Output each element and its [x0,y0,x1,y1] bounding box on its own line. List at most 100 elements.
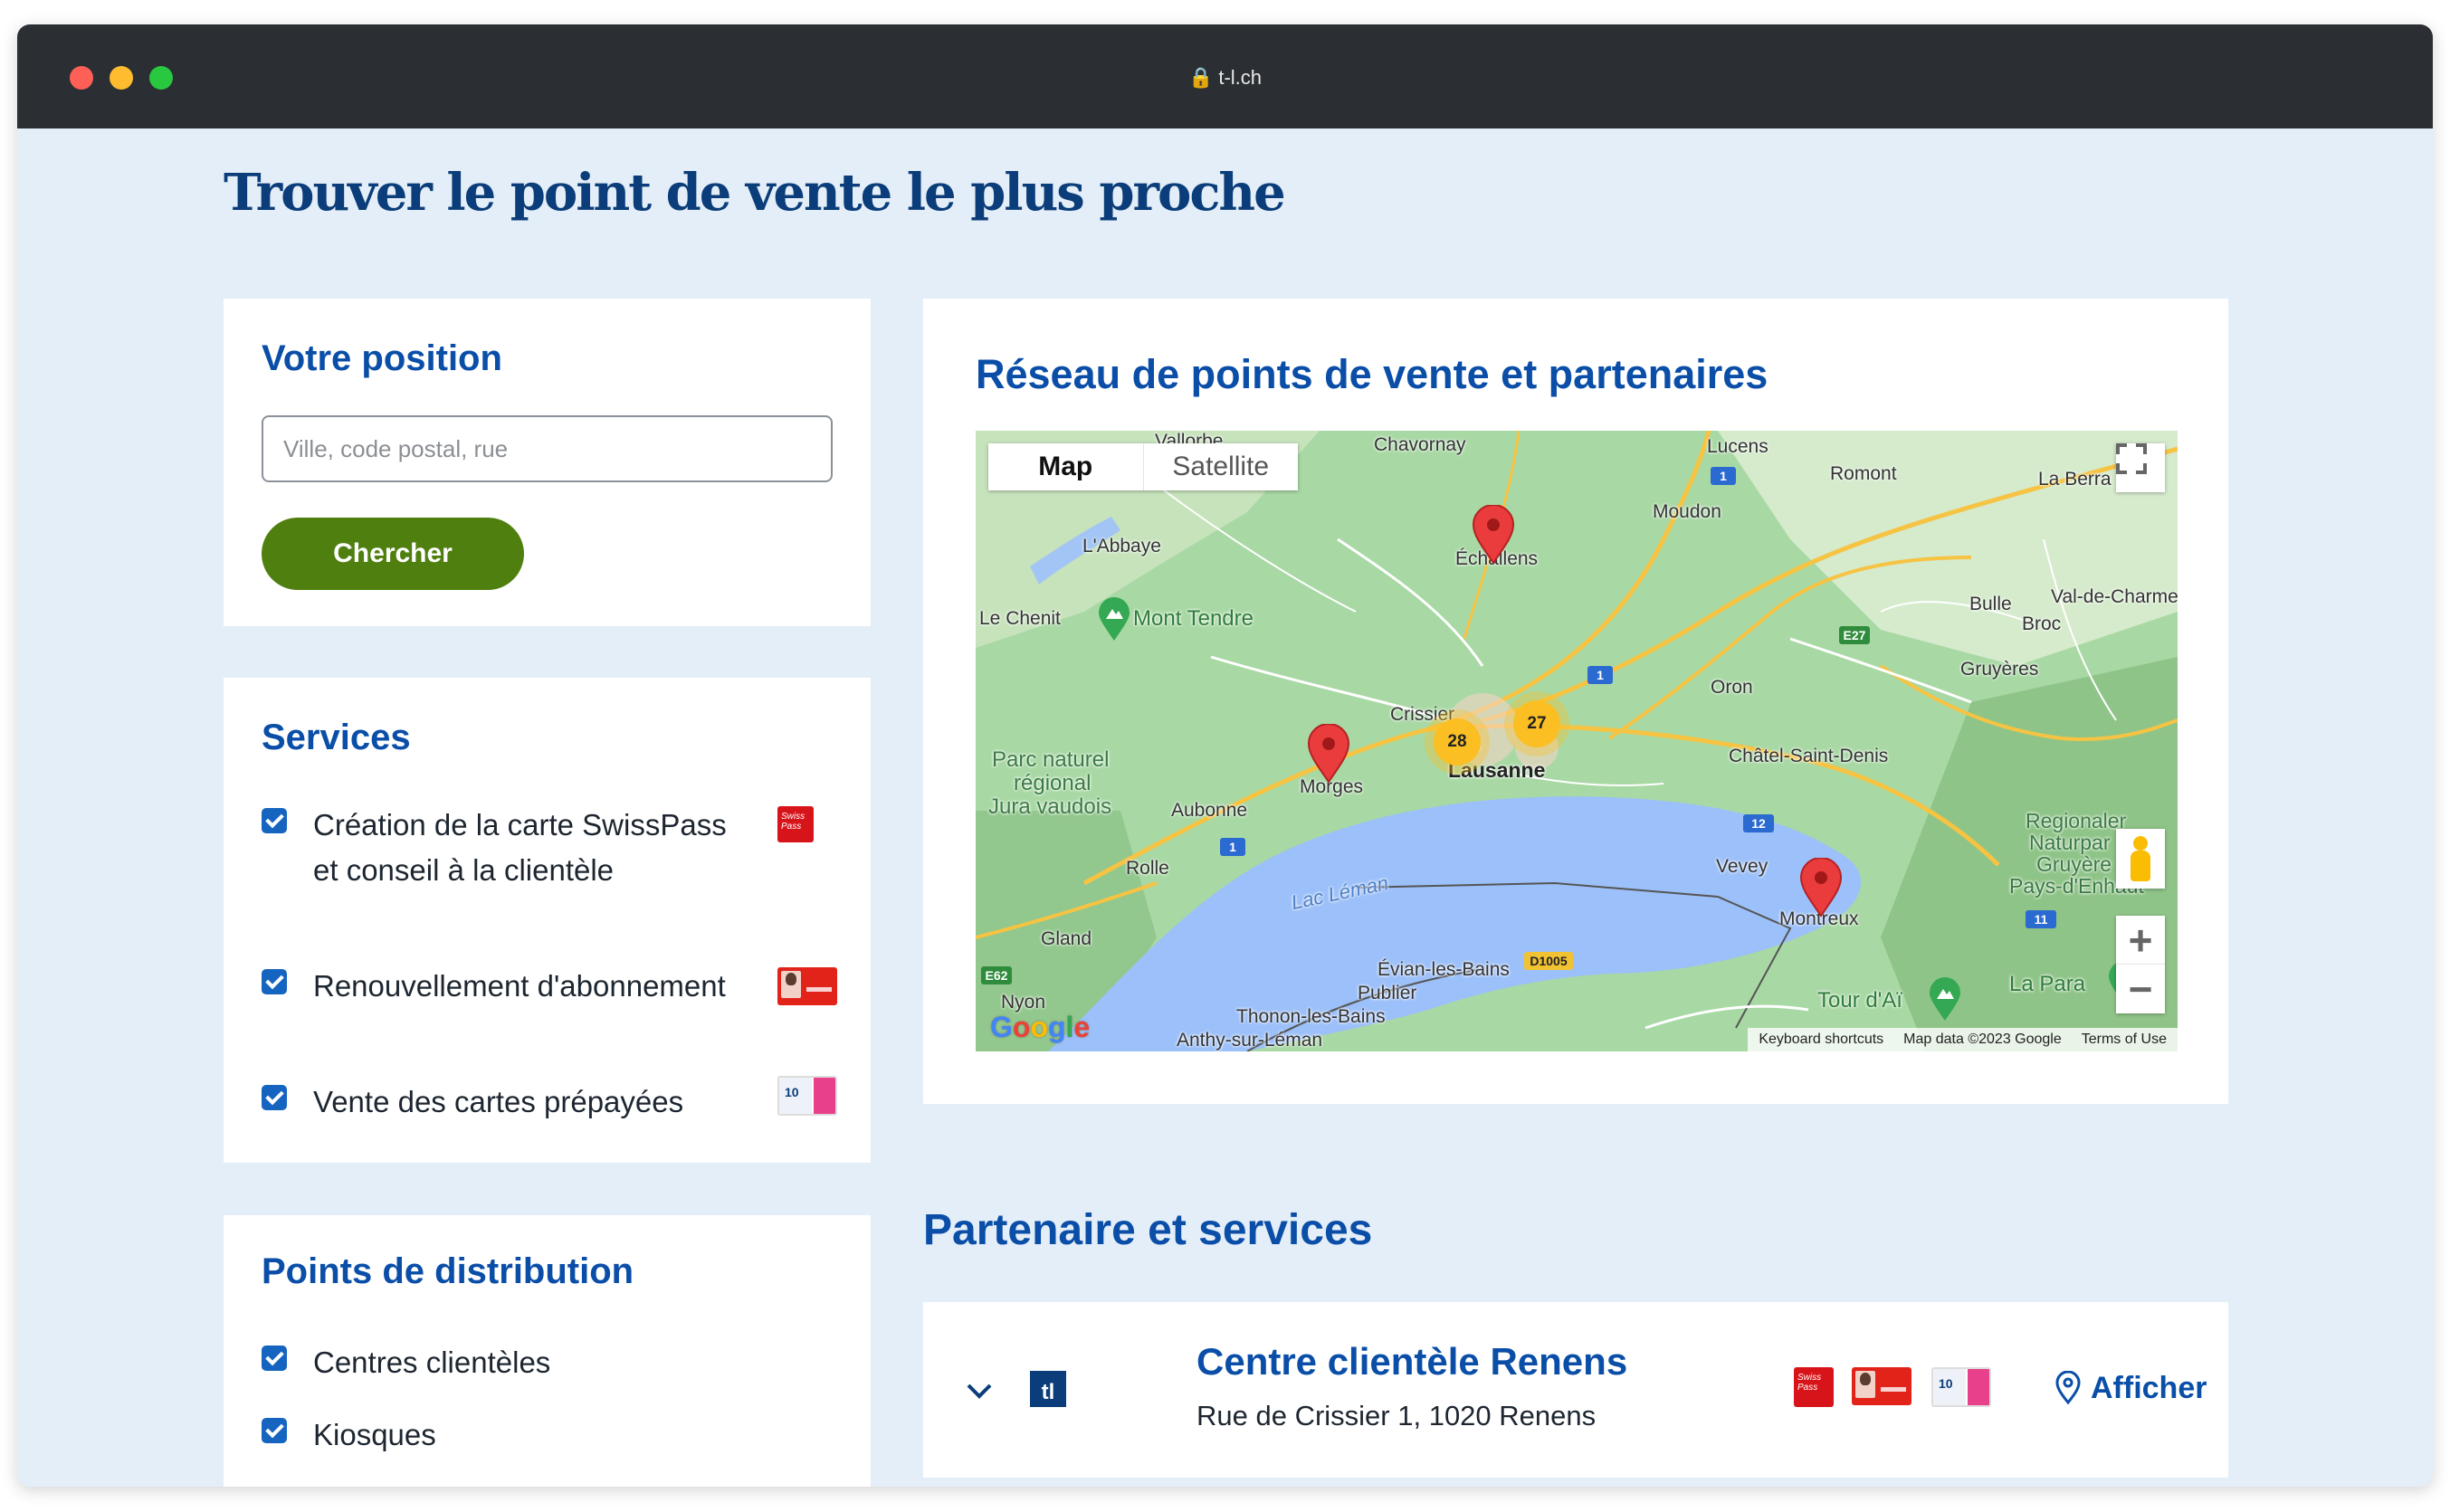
service-option-prepaid[interactable]: Vente des cartes prépayées 10 [262,1076,841,1128]
highway-shield: D1005 [1524,952,1573,970]
service-label: Renouvellement d'abonnement [313,969,726,1003]
map-type-map[interactable]: Map [988,443,1144,490]
map-label: Bulle [1969,594,2012,614]
subscription-card-icon [777,967,837,1005]
map-label: Oron [1711,677,1753,698]
checkbox-checked[interactable] [262,808,287,833]
map-type-control: Map Satellite [988,443,1298,490]
map-attribution: Keyboard shortcuts Map data ©2023 Google… [1748,1028,2178,1051]
service-option-renewal[interactable]: Renouvellement d'abonnement [262,967,841,1058]
location-pin-icon[interactable] [1799,858,1843,918]
location-search-input[interactable] [262,415,833,482]
street-view-pegman-icon[interactable] [2116,829,2165,889]
keyboard-shortcuts-link[interactable]: Keyboard shortcuts [1759,1032,1883,1048]
map-label: Lucens [1707,436,1768,457]
partner-service-icons: Swiss Pass 10 [1794,1367,2020,1411]
zoom-out-button[interactable]: − [2116,965,2165,1013]
map-card: Réseau de points de vente et partenaires [923,299,2228,1104]
marker-cluster[interactable]: 28 [1434,718,1481,766]
location-pin-icon[interactable] [1307,724,1350,784]
browser-titlebar: 🔒 t-l.ch [17,24,2433,128]
search-button[interactable]: Chercher [262,518,524,590]
position-heading: Votre position [262,338,502,378]
google-logo: Google [990,1011,1091,1043]
highway-shield: 1 [1220,838,1245,856]
highway-shield: 1 [1587,666,1613,684]
highway-shield: 12 [1743,814,1774,832]
checkbox-checked[interactable] [262,969,287,994]
map-pin-outline-icon [2055,1371,2081,1405]
map-label: Regionaler [2026,809,2127,832]
map-label: Val-de-Charme [2051,586,2178,607]
chevron-down-icon[interactable] [963,1374,996,1407]
services-card: Services Création de la carte SwissPass … [224,678,871,1163]
map-label: Tour d'Aï [1817,988,1902,1013]
map-heading: Réseau de points de vente et partenaires [976,351,1768,397]
mountain-poi-icon[interactable] [1097,597,1131,642]
map-label: Thonon-les-Bains [1236,1006,1386,1027]
map-label: Évian-les-Bains [1378,959,1510,980]
map-label: Moudon [1653,501,1721,522]
show-on-map-button[interactable]: Afficher [2054,1365,2207,1411]
page-content: Trouver le point de vente le plus proche… [17,128,2433,1487]
highway-shield: E27 [1839,626,1870,644]
prepaid-card-icon: 10 [777,1076,837,1116]
partners-heading: Partenaire et services [923,1206,1373,1254]
swisspass-card-icon: Swiss Pass [1794,1367,1834,1407]
service-label: Vente des cartes prépayées [313,1085,684,1118]
map-label: Gruyère [2036,852,2112,876]
checkbox-checked[interactable] [262,1346,287,1371]
map-label: Broc [2022,613,2062,634]
distribution-card: Points de distribution Centres clientèle… [224,1215,871,1487]
distribution-option-kiosques[interactable]: Kiosques [262,1416,841,1461]
map-label: Vevey [1716,856,1768,877]
map-view[interactable]: Vallorbe Chavornay Lucens Romont La Berr… [976,431,2178,1051]
map-label: Aubonne [1171,800,1248,821]
distribution-heading: Points de distribution [262,1251,634,1291]
map-label: Gland [1041,928,1092,949]
map-type-satellite[interactable]: Satellite [1144,443,1299,490]
url-text: t-l.ch [1218,66,1263,89]
lock-icon: 🔒 [1187,66,1214,89]
map-label: Naturpar [2029,831,2111,854]
map-label: Le Chenit [979,608,1061,629]
map-label: Jura vaudois [988,794,1112,819]
map-label: Parc naturel [992,747,1110,772]
zoom-control: + − [2116,916,2165,1013]
service-option-swisspass[interactable]: Création de la carte SwissPass et consei… [262,806,841,942]
highway-shield: 11 [2026,910,2056,928]
distribution-option-centres[interactable]: Centres clientèles [262,1344,841,1389]
map-label: Châtel-Saint-Denis [1729,746,1889,766]
terms-link[interactable]: Terms of Use [2082,1032,2167,1048]
map-label: régional [1014,771,1092,795]
checkbox-checked[interactable] [262,1085,287,1110]
map-label: Mont Tendre [1133,606,1254,631]
swisspass-card-icon: Swiss Pass [777,806,814,842]
marker-cluster[interactable]: 27 [1513,700,1560,747]
highway-shield: E62 [981,966,1012,984]
page-title: Trouver le point de vente le plus proche [224,163,1286,223]
map-label: Publier [1358,983,1417,1003]
checkbox-checked[interactable] [262,1418,287,1443]
mountain-poi-icon[interactable] [1928,977,1962,1022]
highway-shield: 1 [1711,467,1736,485]
services-heading: Services [262,718,411,757]
partner-row[interactable]: tl Centre clientèle Renens Rue de Crissi… [923,1302,2228,1478]
zoom-in-button[interactable]: + [2116,916,2165,965]
position-card: Votre position Chercher [224,299,871,626]
map-label: Gruyères [1960,659,2039,680]
map-label: Romont [1830,463,1897,484]
subscription-card-icon [1852,1367,1911,1405]
partner-name: Centre clientèle Renens [1196,1340,1628,1383]
distribution-label: Centres clientèles [313,1346,551,1379]
fullscreen-button[interactable] [2116,443,2165,492]
map-label: Chavornay [1374,434,1466,455]
map-label: Rolle [1126,858,1169,879]
map-label: La Berra [2038,469,2112,490]
fullscreen-icon [2116,443,2147,474]
location-pin-icon[interactable] [1472,505,1515,565]
map-background [976,431,2178,1051]
address-bar[interactable]: 🔒 t-l.ch [17,66,2433,90]
map-label: La Para [2009,972,2086,996]
tl-logo: tl [1030,1371,1066,1407]
